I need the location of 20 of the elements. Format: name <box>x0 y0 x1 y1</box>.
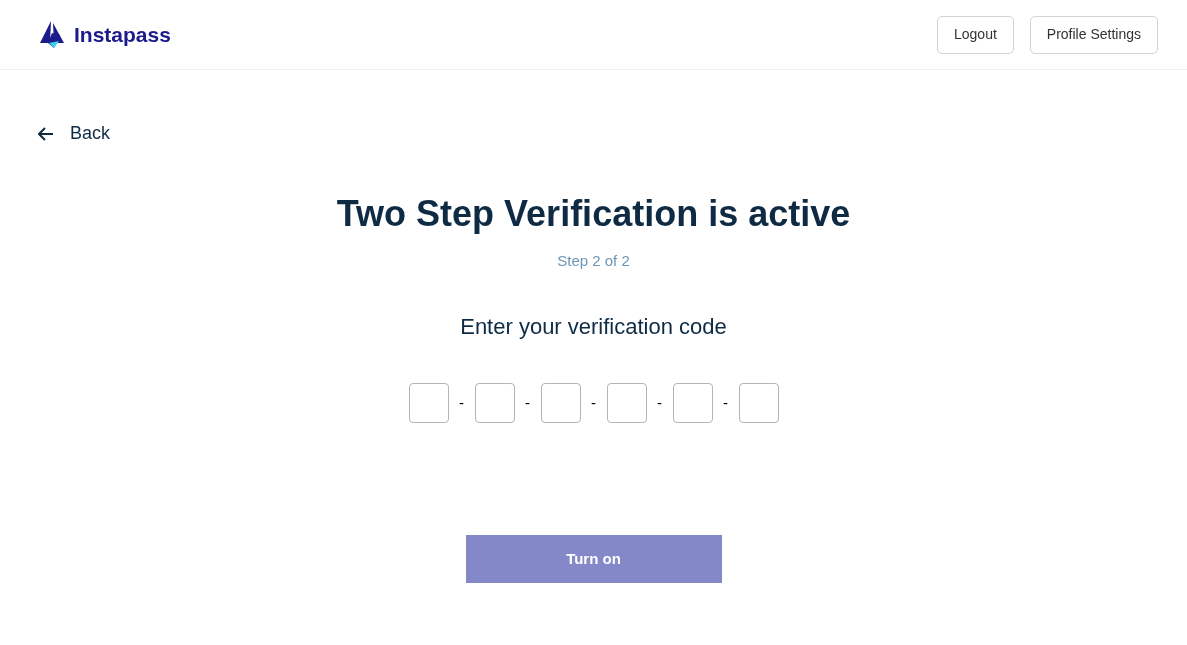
prompt-text: Enter your verification code <box>460 313 727 341</box>
separator-dash: - <box>590 392 597 413</box>
back-link[interactable]: Back <box>38 120 111 147</box>
step-indicator: Step 2 of 2 <box>557 250 630 271</box>
code-digit-field[interactable] <box>408 383 449 423</box>
header-button[interactable]: Profile Settings <box>1029 15 1158 54</box>
separator-dash: - <box>458 392 465 413</box>
back-arrow-icon <box>38 126 54 141</box>
separator-dash: - <box>722 392 729 413</box>
logo-icon <box>40 20 66 49</box>
code-digit-field[interactable] <box>540 383 581 423</box>
page-title: Two Step Verification is active <box>336 191 851 236</box>
code-digit-field[interactable] <box>606 383 647 423</box>
separator-dash: - <box>656 392 663 413</box>
separator-dash: - <box>524 392 531 413</box>
code-digit-field[interactable] <box>474 383 515 423</box>
code-digit-field[interactable] <box>672 383 713 423</box>
code-digit-field[interactable] <box>738 383 779 423</box>
header-button[interactable]: Logout <box>937 15 1014 54</box>
logo-text: Instapass <box>74 21 171 48</box>
